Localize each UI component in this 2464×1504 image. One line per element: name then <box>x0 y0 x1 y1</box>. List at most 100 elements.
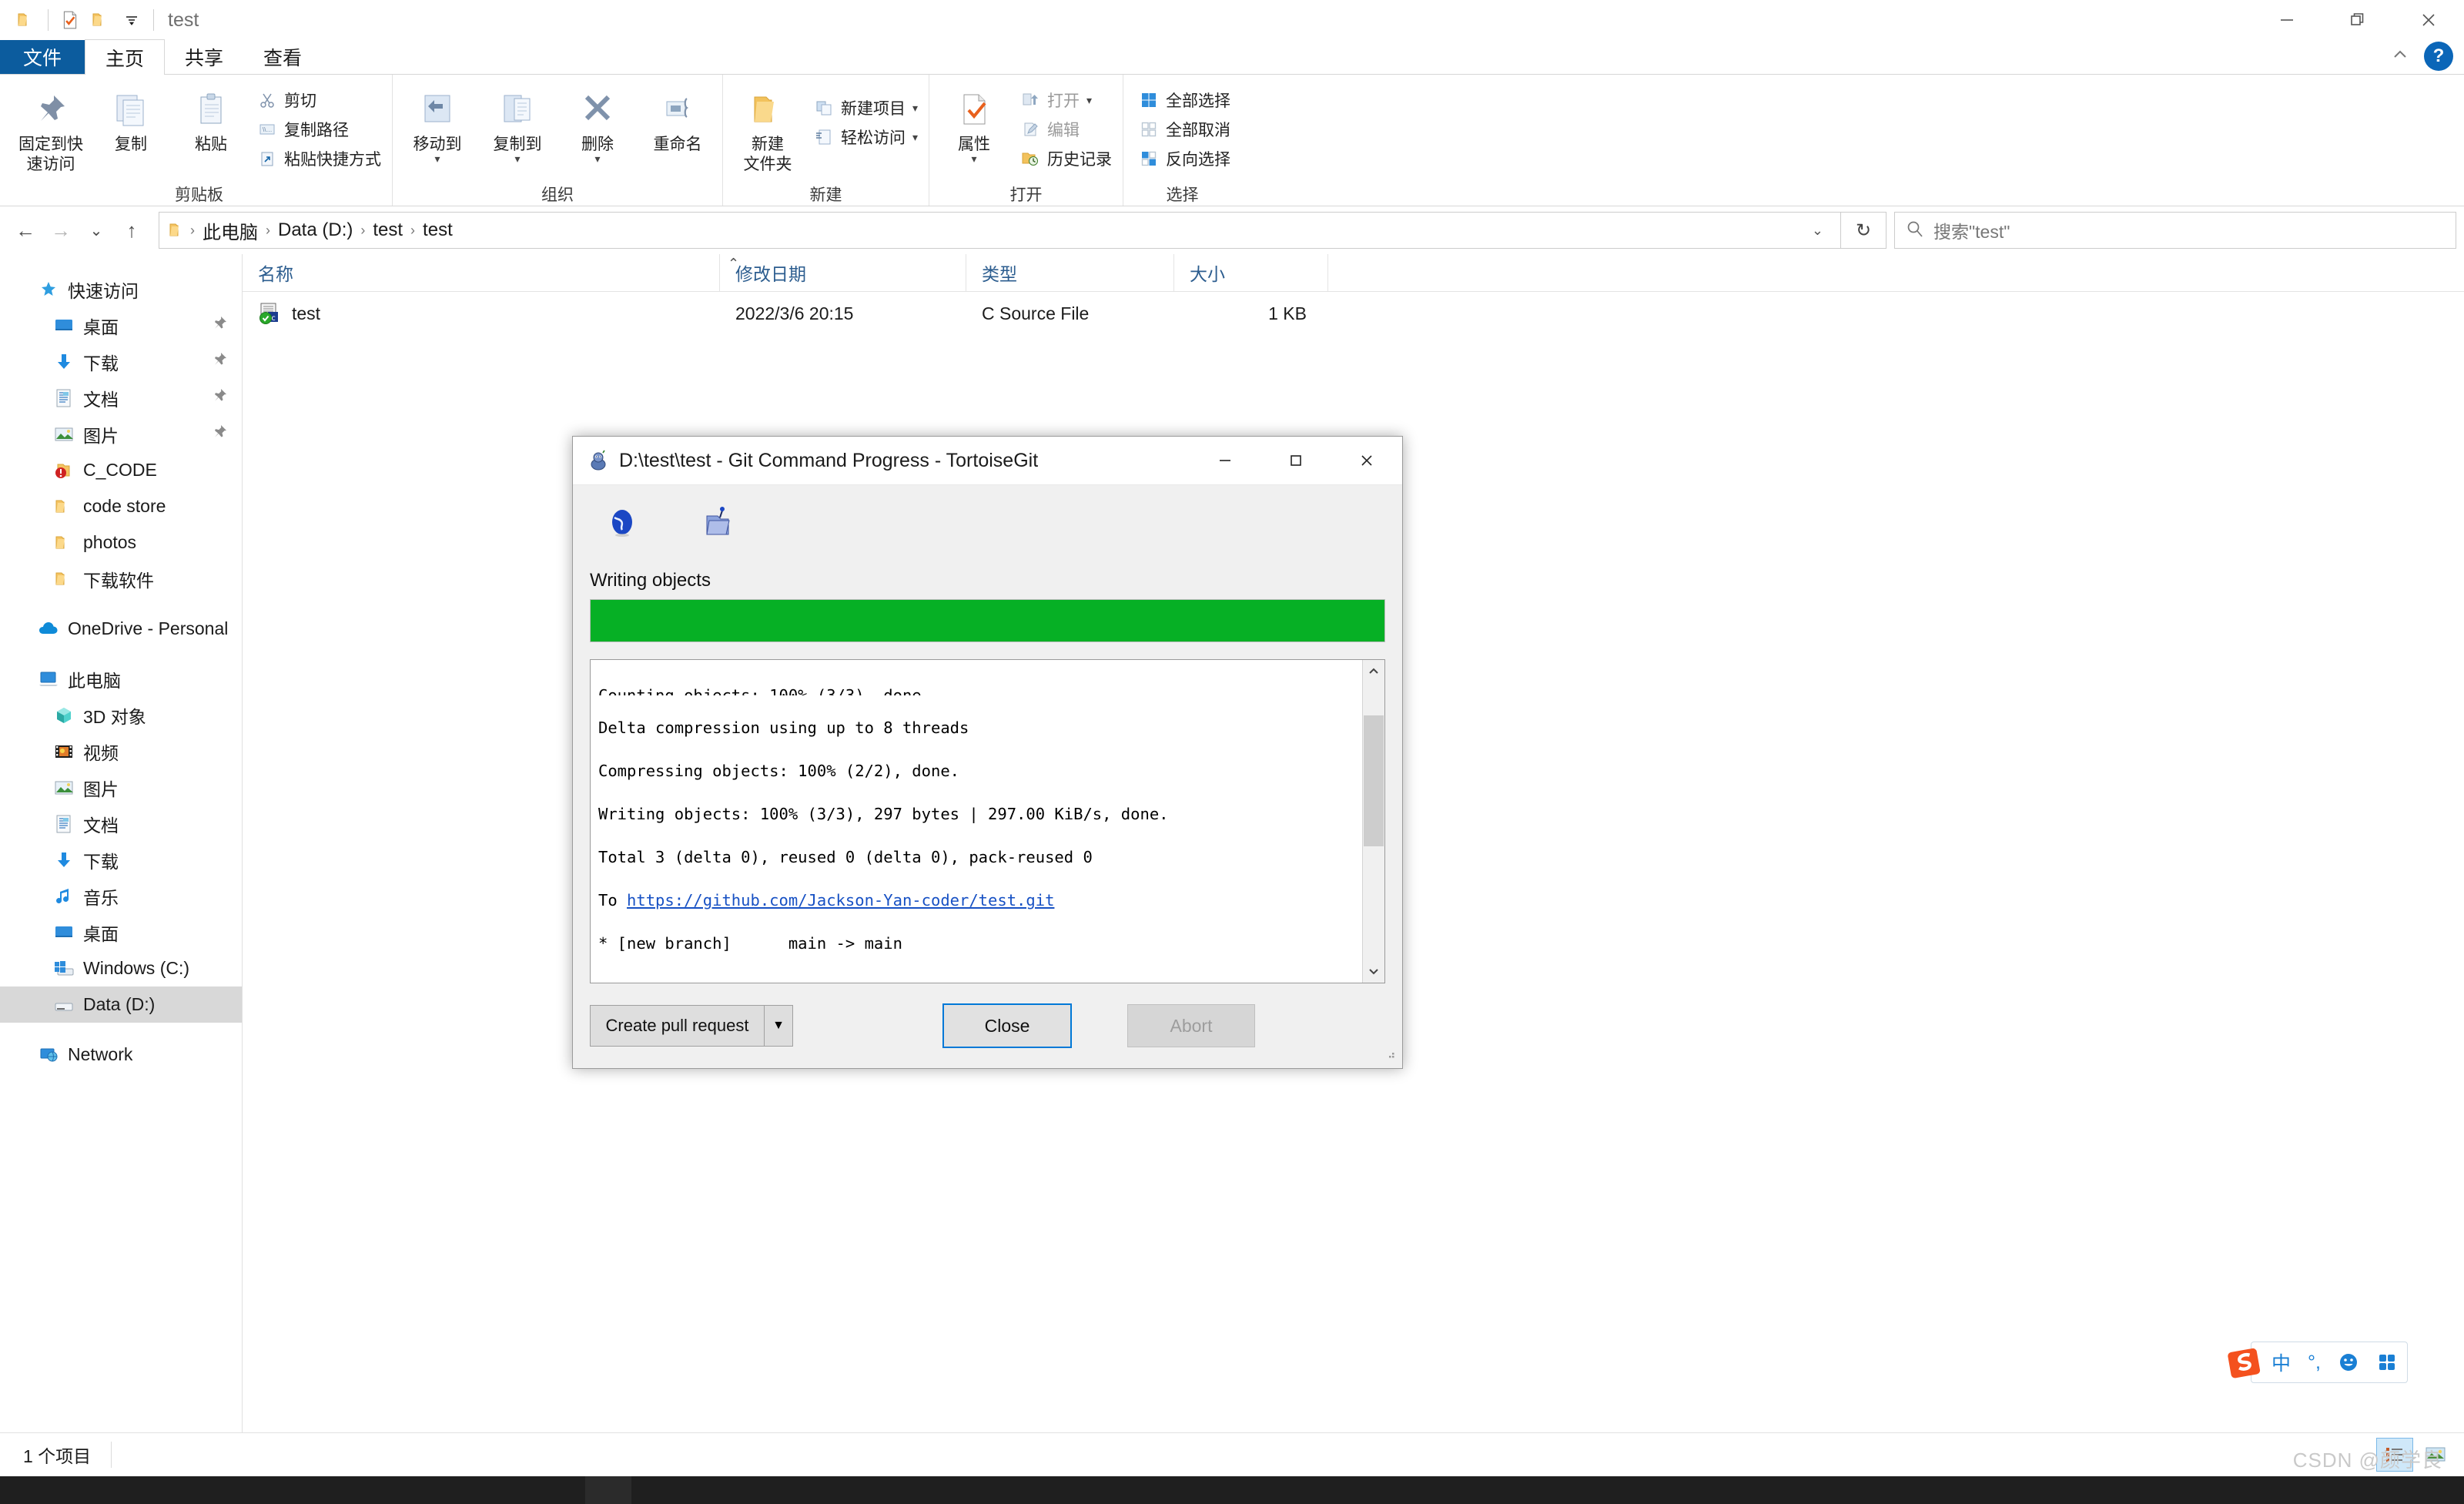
open-button[interactable]: 打开 ▾ <box>1014 85 1118 115</box>
punctuation-mode-icon[interactable]: °, <box>2308 1352 2321 1374</box>
qat-folder-icon[interactable] <box>11 5 42 35</box>
sidebar-item-桌面[interactable]: 桌面 <box>0 307 242 343</box>
breadcrumb-bar[interactable]: › 此电脑 › Data (D:) › test › test ⌄ <box>159 212 1841 249</box>
rename-button[interactable]: 重命名 <box>638 81 718 183</box>
open-caret-icon[interactable]: ▾ <box>1086 96 1092 104</box>
resize-grip-icon[interactable] <box>1384 1047 1396 1064</box>
scroll-up-icon[interactable] <box>1368 660 1380 683</box>
qat-properties-icon[interactable] <box>55 5 85 35</box>
tab-share[interactable]: 共享 <box>165 40 243 74</box>
copy-path-button[interactable]: \\… 复制路径 <box>251 115 387 144</box>
new-item-button[interactable]: 新建项目 ▾ <box>808 93 924 122</box>
scroll-down-icon[interactable] <box>1368 960 1380 983</box>
qat-customize-icon[interactable] <box>116 5 147 35</box>
column-header-type[interactable]: 类型 <box>966 254 1174 291</box>
sidebar-item-文档[interactable]: 文档 <box>0 806 242 842</box>
cut-button[interactable]: 剪切 <box>251 85 387 115</box>
move-to-caret-icon[interactable]: ▾ <box>434 155 440 162</box>
tortoisegit-maximize-button[interactable] <box>1260 437 1331 484</box>
pin-icon[interactable] <box>211 387 228 409</box>
select-all-button[interactable]: 全部选择 <box>1133 85 1237 115</box>
breadcrumb-item-0[interactable]: 此电脑 <box>198 217 263 244</box>
console-scrollbar[interactable] <box>1362 660 1384 983</box>
sidebar-item-文档[interactable]: 文档 <box>0 380 242 416</box>
taskbar-item[interactable] <box>585 1476 631 1504</box>
tortoisegit-close-button[interactable] <box>1331 437 1402 484</box>
tab-view[interactable]: 查看 <box>243 40 322 74</box>
select-none-button[interactable]: 全部取消 <box>1133 115 1237 144</box>
sidebar-item-视频[interactable]: 视频 <box>0 733 242 769</box>
sidebar-item-network[interactable]: Network <box>0 1037 242 1073</box>
new-item-caret-icon[interactable]: ▾ <box>912 104 918 112</box>
sogou-logo-icon[interactable] <box>2226 1344 2263 1381</box>
breadcrumb-dropdown-icon[interactable]: ⌄ <box>1801 223 1834 239</box>
sidebar-item-c_code[interactable]: C_CODE <box>0 452 242 488</box>
close-dialog-button[interactable]: Close <box>942 1003 1072 1048</box>
abort-button[interactable]: Abort <box>1127 1004 1255 1047</box>
forward-button[interactable]: → <box>43 213 79 248</box>
pin-icon[interactable] <box>211 424 228 445</box>
search-box[interactable]: 搜索"test" <box>1894 212 2456 249</box>
sidebar-item-下载软件[interactable]: 下载软件 <box>0 561 242 597</box>
breadcrumb-item-2[interactable]: test <box>368 219 407 241</box>
edit-button[interactable]: 编辑 <box>1014 115 1118 144</box>
minimize-button[interactable] <box>2251 0 2322 40</box>
recent-locations-button[interactable]: ⌄ <box>79 213 114 248</box>
emoji-icon[interactable] <box>2338 1352 2359 1373</box>
sidebar-item-onedrive---personal[interactable]: OneDrive - Personal <box>0 611 242 647</box>
restore-button[interactable] <box>2322 0 2393 40</box>
sidebar-item-下载[interactable]: 下载 <box>0 343 242 380</box>
tortoisegit-minimize-button[interactable] <box>1190 437 1260 484</box>
copy-to-caret-icon[interactable]: ▾ <box>514 155 520 162</box>
help-button[interactable]: ? <box>2424 42 2453 71</box>
column-header-date[interactable]: 修改日期 <box>720 254 966 291</box>
invert-selection-button[interactable]: 反向选择 <box>1133 144 1237 173</box>
scrollbar-thumb[interactable] <box>1364 715 1384 846</box>
file-name-cell[interactable]: c test <box>243 302 720 325</box>
back-button[interactable]: ← <box>8 213 43 248</box>
sidebar-item-code-store[interactable]: code store <box>0 488 242 524</box>
chinese-mode-icon[interactable]: 中 <box>2272 1348 2291 1376</box>
table-row[interactable]: c test 2022/3/6 20:15 C Source File 1 KB <box>243 292 2464 335</box>
sidebar-item-3d-对象[interactable]: 3D 对象 <box>0 697 242 733</box>
create-pull-request-button[interactable]: Create pull request ▼ <box>590 1005 793 1047</box>
sidebar-item-photos[interactable]: photos <box>0 524 242 561</box>
delete-button[interactable]: 删除 ▾ <box>557 81 638 183</box>
collapse-ribbon-icon[interactable] <box>2389 46 2412 67</box>
tab-home[interactable]: 主页 <box>85 39 165 75</box>
refresh-button[interactable]: ↻ <box>1841 212 1886 249</box>
up-button[interactable]: ↑ <box>114 213 149 248</box>
easy-access-button[interactable]: 轻松访问 ▾ <box>808 122 924 152</box>
tab-file[interactable]: 文件 <box>0 40 85 74</box>
remote-url-link[interactable]: https://github.com/Jackson-Yan-coder/tes… <box>627 891 1054 909</box>
move-to-button[interactable]: 移动到 ▾ <box>397 81 477 183</box>
breadcrumb-item-1[interactable]: Data (D:) <box>273 219 357 241</box>
copy-button[interactable]: 复制 <box>91 81 171 183</box>
easy-access-caret-icon[interactable]: ▾ <box>912 133 918 141</box>
sidebar-item-windows-(c:)[interactable]: Windows (C:) <box>0 950 242 986</box>
sidebar-item-图片[interactable]: 图片 <box>0 416 242 452</box>
qat-new-folder-icon[interactable] <box>85 5 116 35</box>
history-button[interactable]: 历史记录 <box>1014 144 1118 173</box>
pin-to-quick-access-button[interactable]: 固定到快 速访问 <box>11 81 91 183</box>
pin-icon[interactable] <box>211 315 228 337</box>
sidebar-item-下载[interactable]: 下载 <box>0 842 242 878</box>
properties-button[interactable]: 属性 ▾ <box>934 81 1014 183</box>
paste-shortcut-button[interactable]: 粘贴快捷方式 <box>251 144 387 173</box>
breadcrumb-item-3[interactable]: test <box>418 219 457 241</box>
sidebar-item-音乐[interactable]: 音乐 <box>0 878 242 914</box>
console-output[interactable]: Counting objects: 100% (3/3), done. Delt… <box>590 659 1385 983</box>
sidebar-item-桌面[interactable]: 桌面 <box>0 914 242 950</box>
create-pull-request-dropdown-icon[interactable]: ▼ <box>764 1006 792 1046</box>
sidebar-item-快速访问[interactable]: 快速访问 <box>0 271 242 307</box>
paste-button[interactable]: 粘贴 <box>171 81 251 183</box>
new-folder-button[interactable]: 新建 文件夹 <box>728 81 808 183</box>
close-button[interactable] <box>2393 0 2464 40</box>
properties-caret-icon[interactable]: ▾ <box>972 155 977 162</box>
delete-caret-icon[interactable]: ▾ <box>594 155 600 162</box>
copy-to-button[interactable]: 复制到 ▾ <box>477 81 557 183</box>
column-header-name[interactable]: 名称 <box>243 254 720 291</box>
column-header-size[interactable]: 大小 <box>1174 254 1328 291</box>
sidebar-item-图片[interactable]: 图片 <box>0 769 242 806</box>
pin-icon[interactable] <box>211 351 228 373</box>
